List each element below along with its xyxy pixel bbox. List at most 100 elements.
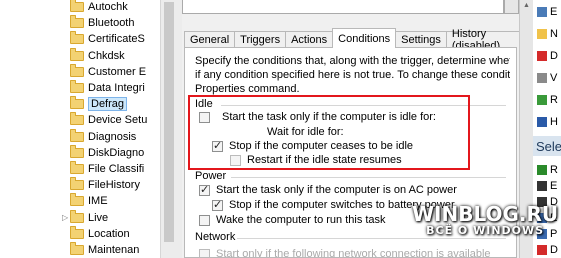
folder-icon: [70, 31, 84, 45]
tab-conditions[interactable]: Conditions: [332, 28, 397, 48]
tree-item[interactable]: Autochk: [70, 0, 128, 15]
folder-icon: [70, 209, 84, 223]
tree-item[interactable]: FileHistory: [70, 177, 140, 193]
tree-scrollbar[interactable]: [160, 0, 176, 258]
folder-icon: [70, 112, 84, 126]
folder-icon: [70, 15, 84, 29]
tab-history[interactable]: History (disabled): [445, 28, 520, 52]
action-item[interactable]: D: [537, 242, 558, 258]
expand-arrow-icon[interactable]: ▷: [62, 213, 68, 222]
tree-item[interactable]: Diagnosis: [70, 128, 137, 145]
folder-icon: [70, 63, 84, 77]
folder-icon: [70, 144, 84, 158]
folder-icon: [70, 47, 84, 61]
folder-icon: [70, 80, 84, 93]
wake-checkbox[interactable]: [199, 214, 210, 226]
folder-icon: [70, 225, 84, 239]
tab-settings[interactable]: Settings: [395, 31, 447, 48]
tree-scrollbar-thumb[interactable]: [164, 2, 174, 242]
tree-item[interactable]: IME: [70, 193, 108, 209]
folder-icon: [70, 161, 84, 174]
action-item[interactable]: R: [537, 162, 558, 178]
action-label: N: [550, 28, 558, 40]
tree-item[interactable]: ▷ Live: [62, 209, 109, 226]
action-item[interactable]: N: [537, 26, 558, 42]
tree-item[interactable]: Chkdsk: [70, 47, 125, 64]
power-group-divider: [231, 177, 506, 178]
action-icon: [537, 117, 547, 127]
task-list-scrollbar[interactable]: [504, 0, 519, 14]
action-item[interactable]: R: [537, 92, 558, 108]
network-checkbox[interactable]: [199, 248, 210, 257]
tree-item-label: Customer E: [88, 65, 147, 78]
tab-actions[interactable]: Actions: [285, 31, 334, 48]
tab-triggers[interactable]: Triggers: [234, 31, 287, 48]
watermark: WINBLOG.RU ВСЁ О WINDOWS: [412, 202, 559, 237]
tree-item[interactable]: Bluetooth: [70, 15, 134, 31]
tree-item-label: Location: [88, 227, 130, 240]
wake-row[interactable]: Wake the computer to run this task: [199, 214, 386, 226]
task-list-area: [182, 0, 504, 14]
task-scheduler-library-tree[interactable]: Autochk Bluetooth CertificateS Chkdsk Custom…: [0, 0, 160, 258]
action-label: R: [550, 164, 558, 176]
tree-item[interactable]: Device Setu: [70, 112, 147, 128]
tree-item[interactable]: Customer E: [70, 63, 147, 80]
tree-item-label: DiskDiagno: [88, 146, 145, 159]
network-row[interactable]: Start only if the following network conn…: [199, 248, 491, 257]
tree-item-label: Device Setu: [88, 114, 148, 127]
tree-item-label: File Classifi: [88, 163, 145, 175]
action-icon: [537, 181, 547, 191]
conditions-description: Specify the conditions that, along with …: [195, 55, 510, 95]
scroll-up-icon[interactable]: ▲: [523, 2, 530, 9]
action-icon: [537, 51, 547, 61]
tree-item[interactable]: Data Integri: [70, 80, 145, 96]
action-label: E: [550, 6, 558, 18]
action-icon: [537, 7, 547, 17]
tab-strip: General Triggers Actions Conditions Sett…: [184, 28, 520, 52]
folder-icon: [70, 0, 84, 12]
idle-highlight-annotation: [188, 95, 470, 170]
tree-item[interactable]: Defrag: [70, 96, 128, 112]
action-label: V: [550, 72, 558, 84]
wake-label: Wake the computer to run this task: [216, 214, 386, 226]
action-label: D: [550, 50, 558, 62]
tree-item-label: Live: [88, 211, 109, 224]
action-item[interactable]: E: [537, 178, 557, 194]
battery-checkbox[interactable]: [212, 198, 223, 211]
tree-item[interactable]: CertificateS: [70, 31, 145, 47]
tree-item-label: Maintenan: [88, 244, 140, 256]
action-icon: [537, 245, 547, 255]
tab-general[interactable]: General: [184, 31, 236, 48]
tree-item[interactable]: Location: [70, 225, 130, 242]
tree-item-label: Bluetooth: [88, 17, 135, 30]
action-item[interactable]: V: [537, 70, 557, 86]
tree-item-label: IME: [88, 195, 108, 208]
network-group-label: Network: [195, 231, 236, 243]
ac-power-checkbox[interactable]: [199, 183, 210, 196]
action-label: H: [550, 116, 558, 128]
action-label: R: [550, 94, 558, 106]
tree-item[interactable]: Maintenan: [70, 242, 139, 258]
action-label: D: [550, 244, 558, 256]
action-item[interactable]: E: [537, 4, 557, 20]
tree-item-label: Diagnosis: [88, 130, 137, 143]
tree-item[interactable]: DiskDiagno: [70, 144, 145, 161]
tree-item-label: Data Integri: [88, 82, 145, 94]
action-icon: [537, 29, 547, 39]
tree-item-label: Autochk: [88, 1, 128, 13]
ac-power-label: Start the task only if the computer is o…: [216, 184, 457, 196]
tree-item-label: Defrag: [88, 97, 128, 112]
action-icon: [537, 165, 547, 175]
power-group-label: Power: [195, 170, 227, 182]
selected-item-header: Sele: [533, 136, 561, 156]
action-item[interactable]: D: [537, 48, 558, 64]
folder-icon: [70, 242, 84, 255]
folder-icon: [70, 193, 84, 207]
action-item[interactable]: H: [537, 114, 558, 130]
ac-power-row[interactable]: Start the task only if the computer is o…: [199, 183, 457, 196]
action-icon: [537, 73, 547, 83]
action-icon: [537, 95, 547, 105]
tree-item[interactable]: File Classifi: [70, 161, 144, 177]
folder-icon: [70, 96, 84, 110]
folder-icon: [70, 128, 84, 142]
